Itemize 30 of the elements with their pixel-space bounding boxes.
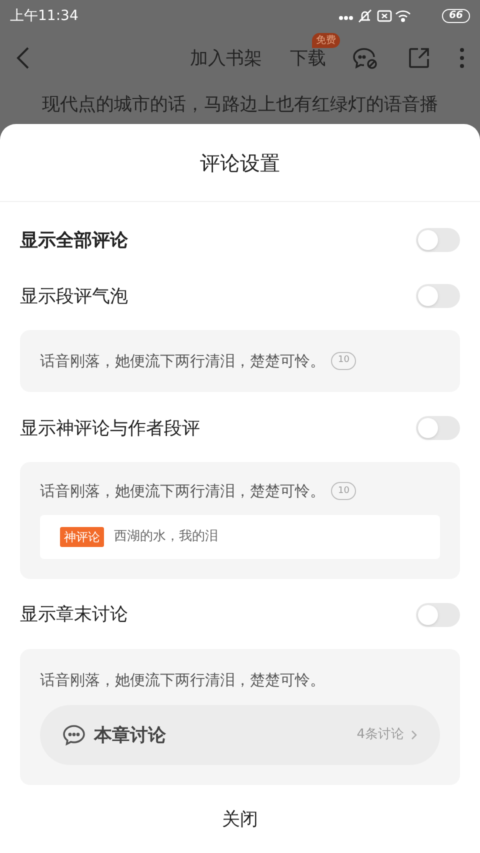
setting-label: 显示段评气泡 bbox=[20, 284, 128, 308]
close-button[interactable]: 关闭 bbox=[202, 800, 278, 838]
setting-label: 显示神评论与作者段评 bbox=[20, 416, 200, 440]
setting-label: 显示章末讨论 bbox=[20, 603, 128, 627]
sheet-title: 评论设置 bbox=[200, 150, 280, 176]
god-comment-tag: 神评论 bbox=[60, 526, 104, 546]
toggle-switch[interactable] bbox=[416, 602, 460, 626]
comment-off-icon[interactable] bbox=[352, 46, 378, 70]
toggle-switch[interactable] bbox=[416, 284, 460, 308]
setting-label: 显示全部评论 bbox=[20, 228, 128, 252]
discussion-title: 本章讨论 bbox=[94, 724, 166, 748]
battery-indicator: 66 bbox=[442, 9, 470, 23]
comment-text: 西湖的水，我的泪 bbox=[114, 528, 218, 546]
sample-text: 话音刚落，她便流下两行清泪，楚楚可怜。 bbox=[40, 350, 325, 372]
discussion-count: 4条讨论 bbox=[356, 726, 404, 744]
toggle-switch[interactable] bbox=[416, 416, 460, 440]
comment-count-bubble: 10 bbox=[331, 352, 356, 370]
comment-count-bubble: 10 bbox=[331, 482, 356, 500]
chat-bubble-icon bbox=[62, 724, 86, 746]
toggle-switch[interactable] bbox=[416, 228, 460, 252]
sample-text: 话音刚落，她便流下两行清泪，楚楚可怜。 bbox=[40, 670, 325, 690]
status-time: 上午11:34 bbox=[10, 6, 78, 26]
share-icon[interactable] bbox=[408, 47, 430, 69]
book-text: 现代点的城市的话，马路边上也有红绿灯的语音播 bbox=[42, 92, 438, 116]
more-icon[interactable] bbox=[460, 47, 464, 69]
chevron-right-icon bbox=[410, 730, 418, 740]
back-icon[interactable] bbox=[16, 47, 30, 69]
chapter-discussion-button[interactable]: 本章讨论 4条讨论 bbox=[40, 705, 440, 765]
free-badge: 免费 bbox=[312, 32, 340, 48]
sample-text: 话音刚落，她便流下两行清泪，楚楚可怜。 bbox=[40, 481, 325, 502]
